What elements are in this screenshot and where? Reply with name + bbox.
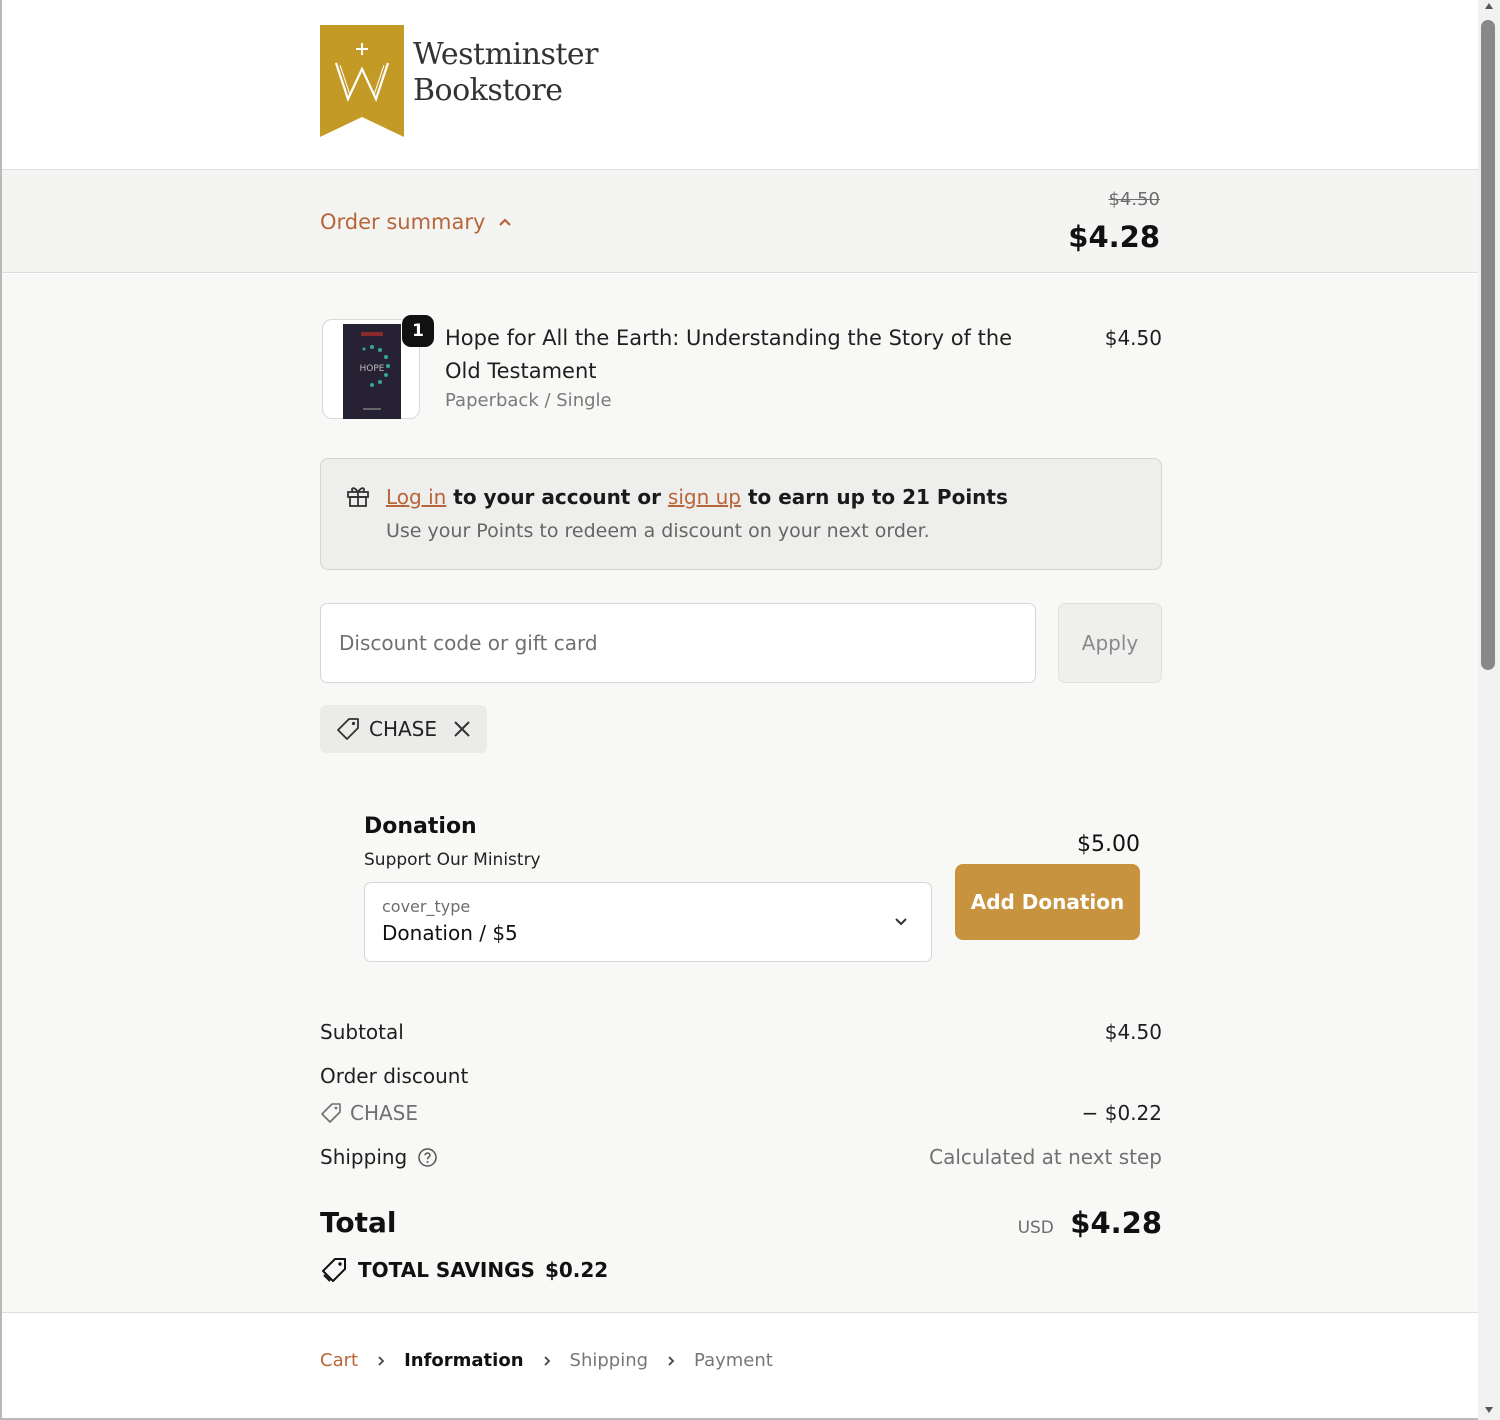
store-name-line1: Westminster — [413, 37, 599, 72]
discount-code-line: CHASE — [320, 1101, 1162, 1125]
vertical-scrollbar[interactable] — [1478, 0, 1500, 1420]
subtotal-row: Subtotal $4.50 — [320, 1020, 1162, 1044]
original-total: $4.50 — [1108, 189, 1160, 210]
apply-discount-button[interactable]: Apply — [1058, 603, 1162, 683]
points-subtext: Use your Points to redeem a discount on … — [386, 520, 930, 542]
points-text-end: to earn up to 21 Points — [747, 485, 1008, 509]
scroll-down-arrow-icon[interactable] — [1483, 1404, 1495, 1416]
total-amount-group: USD $4.28 — [1018, 1206, 1162, 1240]
site-header: Westminster Bookstore — [2, 0, 1478, 170]
store-name-line2: Bookstore — [413, 73, 563, 108]
order-summary-bar: Order summary $4.50 $4.28 — [2, 170, 1478, 273]
breadcrumb-information: Information — [404, 1350, 524, 1371]
order-summary-toggle[interactable]: Order summary — [320, 210, 515, 234]
tag-icon — [337, 718, 359, 740]
help-circle-icon[interactable] — [417, 1147, 438, 1168]
total-row: Total USD $4.28 — [320, 1206, 1162, 1240]
checkout-page: Westminster Bookstore Order summary $4.5… — [0, 0, 1478, 1420]
donation-type-select[interactable]: cover_type Donation / $5 — [364, 882, 932, 962]
savings-label: TOTAL SAVINGS — [358, 1258, 535, 1282]
summary-total: $4.28 — [1068, 220, 1160, 254]
product-thumbnail: HOPE 1 — [322, 315, 434, 419]
donation-select-value: Donation / $5 — [382, 921, 518, 945]
line-item: HOPE 1 Hope for All the Earth: Understan… — [320, 315, 1162, 426]
donation-title: Donation — [364, 814, 477, 839]
total-savings: TOTAL SAVINGS $0.22 — [320, 1256, 1162, 1284]
subtotal-value: $4.50 — [1104, 1020, 1162, 1044]
remove-discount-close-icon[interactable] — [451, 718, 473, 740]
subtotal-label: Subtotal — [320, 1020, 404, 1044]
order-summary-label: Order summary — [320, 210, 486, 234]
product-price: $4.50 — [1104, 326, 1162, 350]
book-cover-image: HOPE — [343, 324, 401, 419]
breadcrumb-shipping: Shipping — [569, 1350, 649, 1371]
order-summary-panel: HOPE 1 Hope for All the Earth: Understan… — [2, 274, 1478, 1312]
breadcrumb: Cart Information Shipping Payment — [320, 1350, 773, 1371]
donation-select-label: cover_type — [382, 897, 471, 916]
scrollbar-thumb[interactable] — [1481, 20, 1495, 670]
total-label: Total — [320, 1206, 397, 1239]
applied-discount-chip: CHASE — [320, 705, 487, 753]
points-text-middle: to your account or — [453, 485, 661, 509]
savings-tag-icon — [322, 1258, 346, 1282]
discount-code-name: CHASE — [350, 1101, 419, 1125]
chevron-up-icon — [499, 218, 512, 226]
checkout-steps-area: Cart Information Shipping Payment — [2, 1312, 1478, 1418]
discount-code-input[interactable] — [320, 603, 1036, 683]
store-name: Westminster Bookstore — [413, 37, 599, 109]
gift-icon — [347, 487, 369, 507]
quantity-badge: 1 — [402, 315, 434, 347]
savings-value: $0.22 — [544, 1258, 609, 1282]
shipping-row: Shipping Calculated at next step — [320, 1145, 1162, 1169]
add-donation-button[interactable]: Add Donation — [955, 864, 1140, 940]
shipping-label: Shipping — [320, 1145, 408, 1169]
product-variant: Paperback / Single — [445, 390, 612, 411]
book-cover-title: HOPE — [360, 364, 385, 374]
total-savings-row: TOTAL SAVINGS $0.22 — [320, 1256, 1162, 1284]
breadcrumb-cart[interactable]: Cart — [320, 1350, 358, 1371]
applied-discount-code: CHASE — [369, 717, 438, 741]
logo-bookmark-icon — [320, 25, 404, 137]
chevron-right-icon — [543, 1355, 550, 1366]
order-discount-label: Order discount — [320, 1064, 469, 1088]
order-discount-row: Order discount — [320, 1064, 1162, 1088]
donation-price: $5.00 — [1077, 832, 1140, 857]
scroll-up-arrow-icon[interactable] — [1483, 0, 1495, 12]
points-headline: Log in to your account or sign up to ear… — [386, 485, 1008, 509]
chevron-down-icon — [895, 918, 907, 926]
donation-subtitle: Support Our Ministry — [364, 850, 541, 870]
discount-code-row: CHASE − $0.22 — [320, 1101, 1162, 1125]
chevron-right-icon — [378, 1355, 385, 1366]
product-title: Hope for All the Earth: Understanding th… — [445, 326, 1013, 383]
book-cover-art-icon: HOPE — [343, 324, 401, 419]
login-link[interactable]: Log in — [386, 485, 446, 509]
breadcrumb-payment: Payment — [694, 1350, 773, 1371]
chevron-right-icon — [668, 1355, 675, 1366]
currency-code: USD — [1017, 1218, 1054, 1238]
shipping-value: Calculated at next step — [929, 1145, 1162, 1169]
donation-widget: Donation Support Our Ministry cover_type… — [342, 794, 1162, 964]
tag-icon — [321, 1103, 341, 1123]
total-amount: $4.28 — [1070, 1206, 1162, 1240]
store-logo[interactable]: Westminster Bookstore — [320, 25, 599, 137]
loyalty-points-banner: Log in to your account or sign up to ear… — [320, 458, 1162, 570]
discount-amount: − $0.22 — [1081, 1101, 1162, 1125]
signup-link[interactable]: sign up — [668, 485, 741, 509]
